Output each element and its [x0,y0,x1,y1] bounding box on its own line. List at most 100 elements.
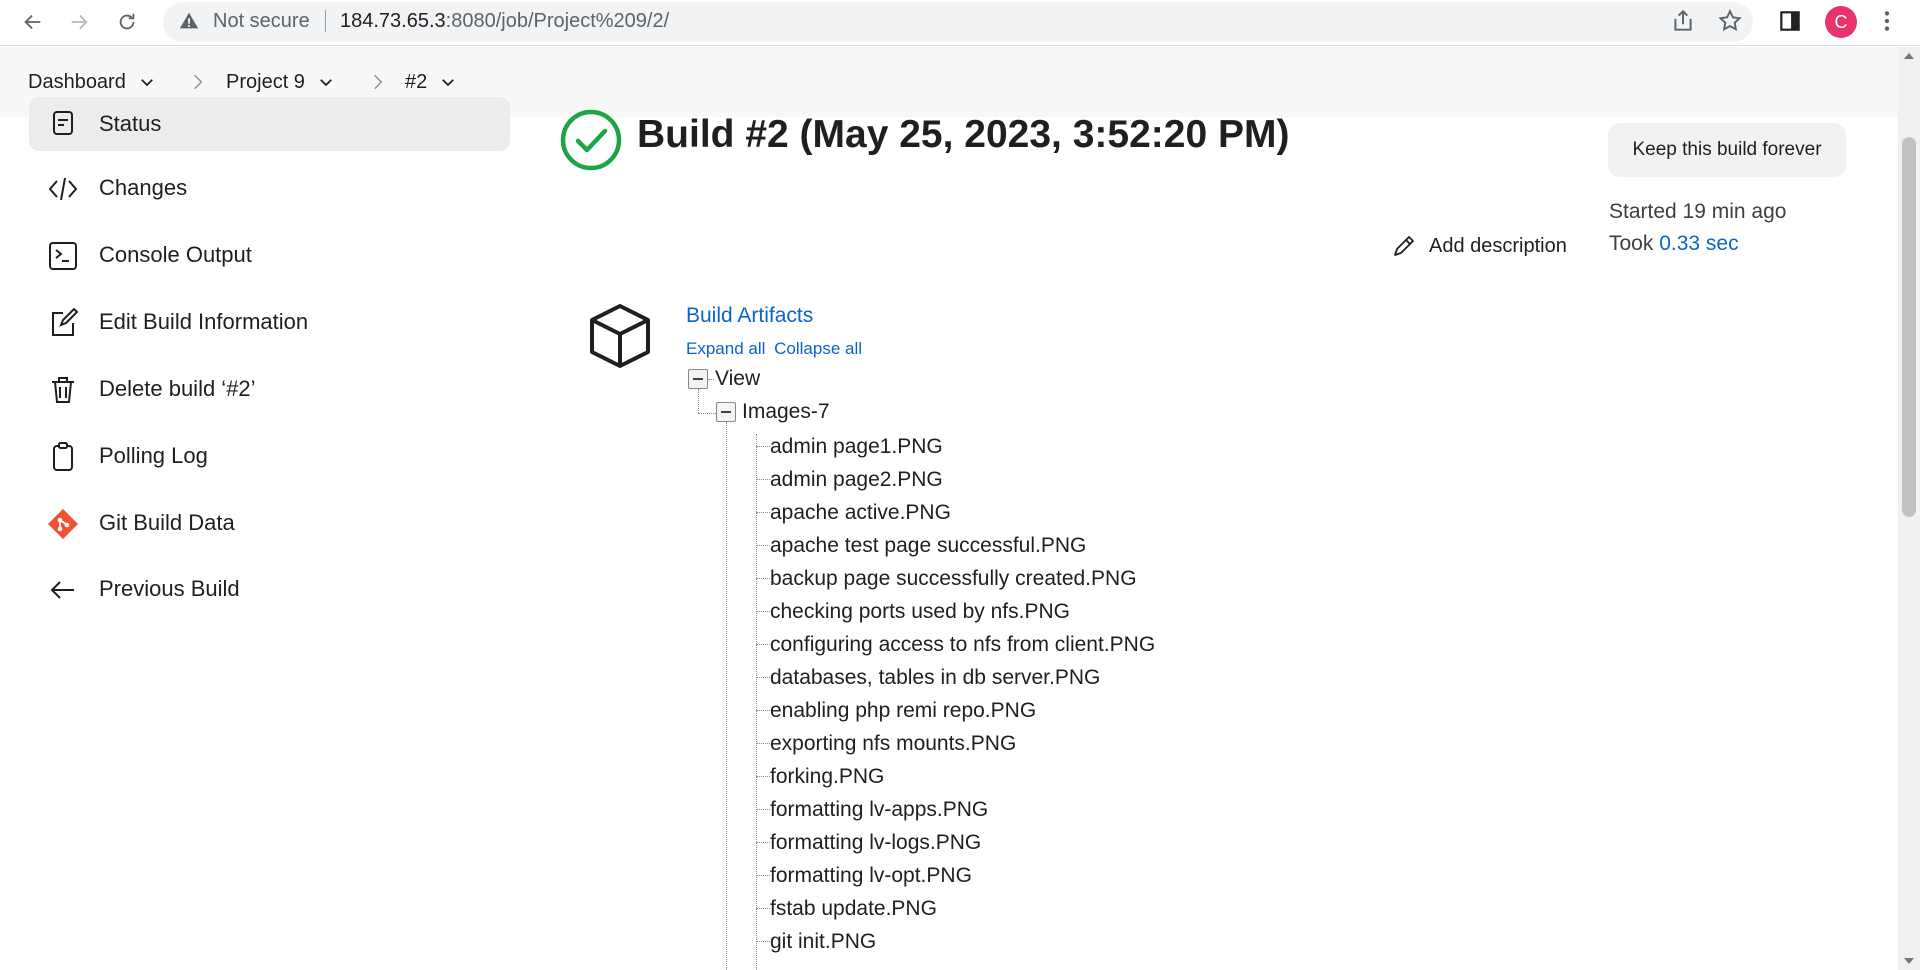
browser-toolbar: Not secure 184.73.65.3:8080/job/Project%… [0,0,1920,46]
artifact-file-link[interactable]: admin page1.PNG [770,435,943,459]
artifact-file-row[interactable]: admin page1.PNG [756,430,943,463]
keep-build-forever-button[interactable]: Keep this build forever [1608,123,1846,177]
artifact-file-row[interactable]: checking ports used by nfs.PNG [756,595,1070,628]
artifact-file-link[interactable]: configuring access to nfs from client.PN… [770,633,1155,657]
chevron-down-icon[interactable] [138,73,156,91]
artifact-file-row[interactable]: exporting nfs mounts.PNG [756,727,1016,760]
artifact-file-link[interactable]: apache test page successful.PNG [770,534,1086,558]
artifact-file-row[interactable]: admin page2.PNG [756,463,943,496]
sidebar-item-label: Polling Log [99,443,208,468]
artifact-file-row[interactable]: fstab update.PNG [756,892,937,925]
security-label[interactable]: Not secure [213,9,310,33]
sidebar-item-git-build-data[interactable]: Git Build Data [29,493,510,553]
edit-icon [52,307,79,336]
build-duration-text: Took 0.33 sec [1609,232,1739,256]
sidebar-item-edit-build-information[interactable]: Edit Build Information [29,292,510,352]
chevron-down-icon[interactable] [317,73,335,91]
add-description-label: Add description [1429,234,1567,257]
build-duration-link[interactable]: 0.33 sec [1659,232,1738,255]
tree-node-images-7[interactable]: Images-7 [742,400,830,424]
back-button[interactable] [16,5,50,39]
artifact-file-row[interactable]: formatting lv-apps.PNG [756,793,988,826]
forward-button[interactable] [62,5,96,39]
tree-connector [756,677,770,678]
tree-connector [756,446,770,447]
expand-collapse-links: Expand all Collapse all [686,339,862,359]
tree-connector [756,512,770,513]
tree-connector [698,389,699,413]
artifact-file-link[interactable]: exporting nfs mounts.PNG [770,732,1016,756]
chevron-down-icon[interactable] [439,73,457,91]
collapse-all-link[interactable]: Collapse all [774,339,862,358]
warning-icon[interactable] [178,10,200,32]
artifact-file-row[interactable]: git init.PNG [756,925,876,958]
sidebar-item-delete-build[interactable]: Delete build ‘#2’ [29,359,510,419]
page-title: Build #2 (May 25, 2023, 3:52:20 PM) [637,113,1290,156]
artifact-file-link[interactable]: backup page successfully created.PNG [770,567,1137,591]
chevron-right-icon [194,74,203,90]
more-menu-icon[interactable] [1874,8,1900,34]
artifact-file-link[interactable]: admin page2.PNG [770,468,943,492]
tree-connector [756,908,770,909]
sidebar-item-status[interactable]: Status [29,97,510,151]
artifact-file-row[interactable]: enabling php remi repo.PNG [756,694,1036,727]
artifact-file-link[interactable]: enabling php remi repo.PNG [770,699,1036,723]
tree-connector [756,941,770,942]
collapse-toggle-images[interactable] [716,402,736,422]
breadcrumb-label: #2 [405,70,428,93]
artifact-file-row[interactable]: databases, tables in db server.PNG [756,661,1100,694]
artifact-file-row[interactable]: formatting lv-logs.PNG [756,826,981,859]
artifact-file-link[interactable]: formatting lv-apps.PNG [770,798,988,822]
artifact-file-row[interactable]: configuring access to nfs from client.PN… [756,628,1155,661]
package-icon [590,304,650,368]
side-panel-icon[interactable] [1777,8,1803,34]
artifact-file-row[interactable]: backup page successfully created.PNG [756,562,1137,595]
scroll-down-arrow-icon[interactable] [1904,958,1914,964]
reload-button[interactable] [110,5,144,39]
sidebar-item-previous-build[interactable]: Previous Build [29,559,510,619]
artifact-file-link[interactable]: formatting lv-opt.PNG [770,864,972,888]
tree-connector [756,875,770,876]
trash-icon [52,377,74,403]
breadcrumb-label: Dashboard [28,70,126,93]
artifact-file-link[interactable]: git init.PNG [770,930,876,954]
tree-connector [756,809,770,810]
breadcrumb-label: Project 9 [226,70,305,93]
scroll-thumb[interactable] [1902,137,1916,517]
sidebar-item-label: Edit Build Information [99,309,309,334]
tree-connector [698,413,716,414]
artifact-file-link[interactable]: formatting lv-logs.PNG [770,831,981,855]
sidebar-item-label: Status [99,111,162,136]
tree-connector [756,842,770,843]
scroll-up-arrow-icon[interactable] [1904,53,1914,59]
tree-connector [726,422,727,970]
bookmark-star-icon[interactable] [1717,8,1743,34]
share-icon[interactable] [1670,8,1696,34]
arrow-left-icon [50,581,74,599]
sidebar-item-changes[interactable]: Changes [29,158,510,218]
artifact-file-link[interactable]: checking ports used by nfs.PNG [770,600,1070,624]
page-scrollbar[interactable] [1898,47,1920,970]
sidebar-item-console-output[interactable]: Console Output [29,225,510,285]
artifact-file-link[interactable]: databases, tables in db server.PNG [770,666,1100,690]
artifact-file-row[interactable]: apache test page successful.PNG [756,529,1086,562]
profile-avatar[interactable]: C [1825,6,1857,38]
artifact-file-row[interactable]: forking.PNG [756,760,884,793]
artifact-file-link[interactable]: apache active.PNG [770,501,951,525]
build-artifacts-link[interactable]: Build Artifacts [686,304,813,328]
tree-node-view[interactable]: View [715,367,760,391]
artifact-file-row[interactable]: formatting lv-opt.PNG [756,859,972,892]
artifact-file-link[interactable]: fstab update.PNG [770,897,937,921]
url-text[interactable]: 184.73.65.3:8080/job/Project%209/2/ [340,9,669,33]
expand-all-link[interactable]: Expand all [686,339,765,358]
artifact-file-link[interactable]: forking.PNG [770,765,884,789]
add-description-button[interactable]: Add description [1391,228,1567,264]
collapse-toggle-view[interactable] [688,369,708,389]
arrow-left-icon [24,14,41,30]
git-icon [48,509,78,539]
omnibox-divider [325,10,326,32]
pencil-icon [1394,236,1414,256]
sidebar-item-label: Git Build Data [99,510,235,535]
artifact-file-row[interactable]: apache active.PNG [756,496,951,529]
sidebar-item-polling-log[interactable]: Polling Log [29,426,510,486]
